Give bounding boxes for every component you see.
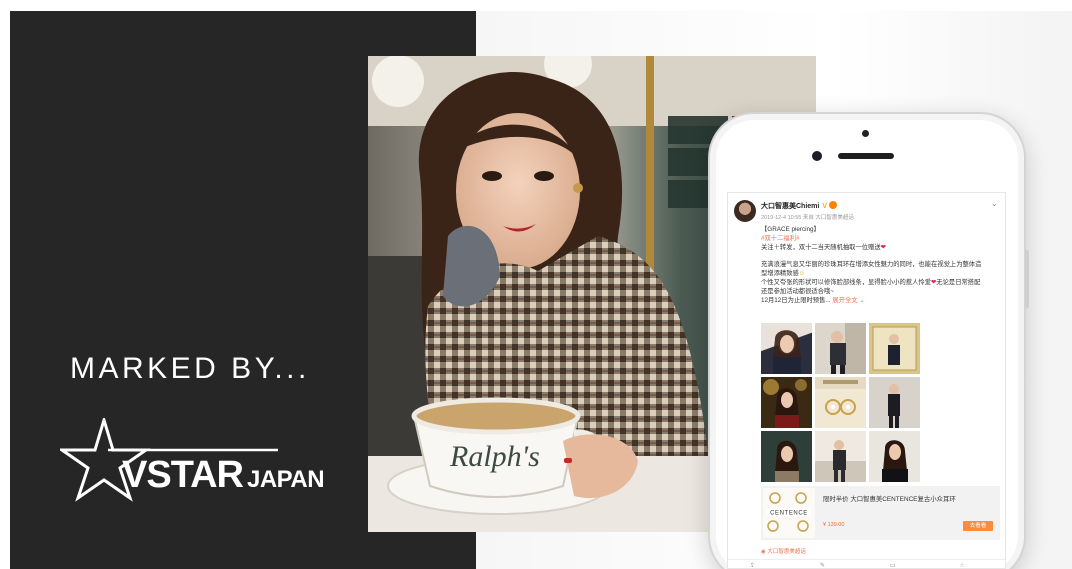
repost-icon[interactable]: ⇪ [750, 562, 755, 568]
grid-photo-8[interactable] [815, 431, 866, 482]
product-price: ¥ 139.00 [823, 522, 845, 528]
username-text: 大口智惠美Chiemi [761, 203, 820, 210]
heart-icon: ❤ [880, 244, 886, 251]
post-para2-line1: 个性又夸张的形状可以修饰脸部线条，显得脸小小的惹人怜爱❤无论是日常搭配 [761, 279, 981, 286]
go-see-button[interactable]: 去看看 [963, 521, 993, 531]
product-brand: CENTENCE [770, 511, 808, 517]
product-card[interactable]: CENTENCE 限时半价 大口智惠美CENTENCE复古小众耳环 ¥ 139.… [761, 486, 1000, 540]
post-line-follow: 关注＋转发，双十二当天随机抽取一位赠送❤ [761, 244, 886, 251]
grid-photo-1[interactable] [761, 323, 812, 374]
grid-photo-5[interactable] [815, 377, 866, 428]
post-username[interactable]: 大口智惠美Chiemi V [761, 201, 838, 211]
phone-camera [812, 151, 822, 161]
logo-japan: JAPAN [246, 466, 325, 493]
grid-photo-6[interactable] [869, 377, 920, 428]
expand-link[interactable]: 展开全文 [832, 297, 857, 304]
grid-photo-3[interactable] [869, 323, 920, 374]
source-link[interactable]: ◉ 大口智惠美超话 [761, 547, 806, 555]
hashtag-link[interactable]: #双十二福利# [761, 235, 800, 243]
weibo-post-screen: 大口智惠美Chiemi V 2019-12-4 10:55 来自 大口智惠美超话 … [727, 192, 1006, 569]
chevron-down-icon[interactable]: ⌄ [991, 199, 998, 208]
post-action-bar: ⇪ ✎ ▭ ☝ [728, 559, 1005, 568]
grid-photo-7[interactable] [761, 431, 812, 482]
post-title: 【GRACE piercing】 [761, 226, 820, 233]
like-icon[interactable]: ☝ [960, 562, 964, 568]
chevron-down-icon-small[interactable]: ⌄ [858, 297, 864, 304]
grid-photo-2[interactable] [815, 323, 866, 374]
post-para1-line2: 型增添精致感☺ [761, 270, 806, 277]
phone-sensor [862, 130, 869, 137]
post-meta: 2019-12-4 10:55 来自 大口智惠美超话 [761, 215, 854, 221]
phone-side-button [1025, 250, 1029, 308]
vip-badge-icon [829, 201, 838, 209]
post-para1-line1: 充满浪漫气息又华丽的珍珠耳环在增添女性魅力的同时，也能在视觉上为整体造 [761, 261, 982, 268]
share-icon[interactable]: ▭ [890, 562, 896, 568]
logo-vstar: VSTAR [122, 454, 244, 496]
grid-photo-4[interactable] [761, 377, 812, 428]
phone-speaker [838, 153, 894, 159]
cup-text: Ralph's [449, 440, 540, 473]
product-thumbnail: CENTENCE [763, 488, 815, 538]
tagline: MARKED BY... [70, 352, 310, 385]
vstar-japan-logo: VSTAR JAPAN [60, 418, 325, 506]
comment-icon[interactable]: ✎ [820, 562, 825, 568]
product-title: 限时半价 大口智惠美CENTENCE复古小众耳环 [823, 496, 956, 503]
earring-product-image: CENTENCE [767, 492, 811, 532]
logo-wordmark: VSTAR JAPAN [122, 454, 325, 497]
grid-photo-9[interactable] [869, 431, 920, 482]
verified-badge: V [822, 203, 828, 210]
smile-emoji-icon: ☺ [798, 270, 806, 277]
avatar[interactable] [734, 200, 756, 222]
post-line-date: 12月12日为止限时预售... 展开全文 ⌄ [761, 297, 865, 304]
post-para2-line2: 还是参加活动都很适合哦~ [761, 288, 834, 295]
